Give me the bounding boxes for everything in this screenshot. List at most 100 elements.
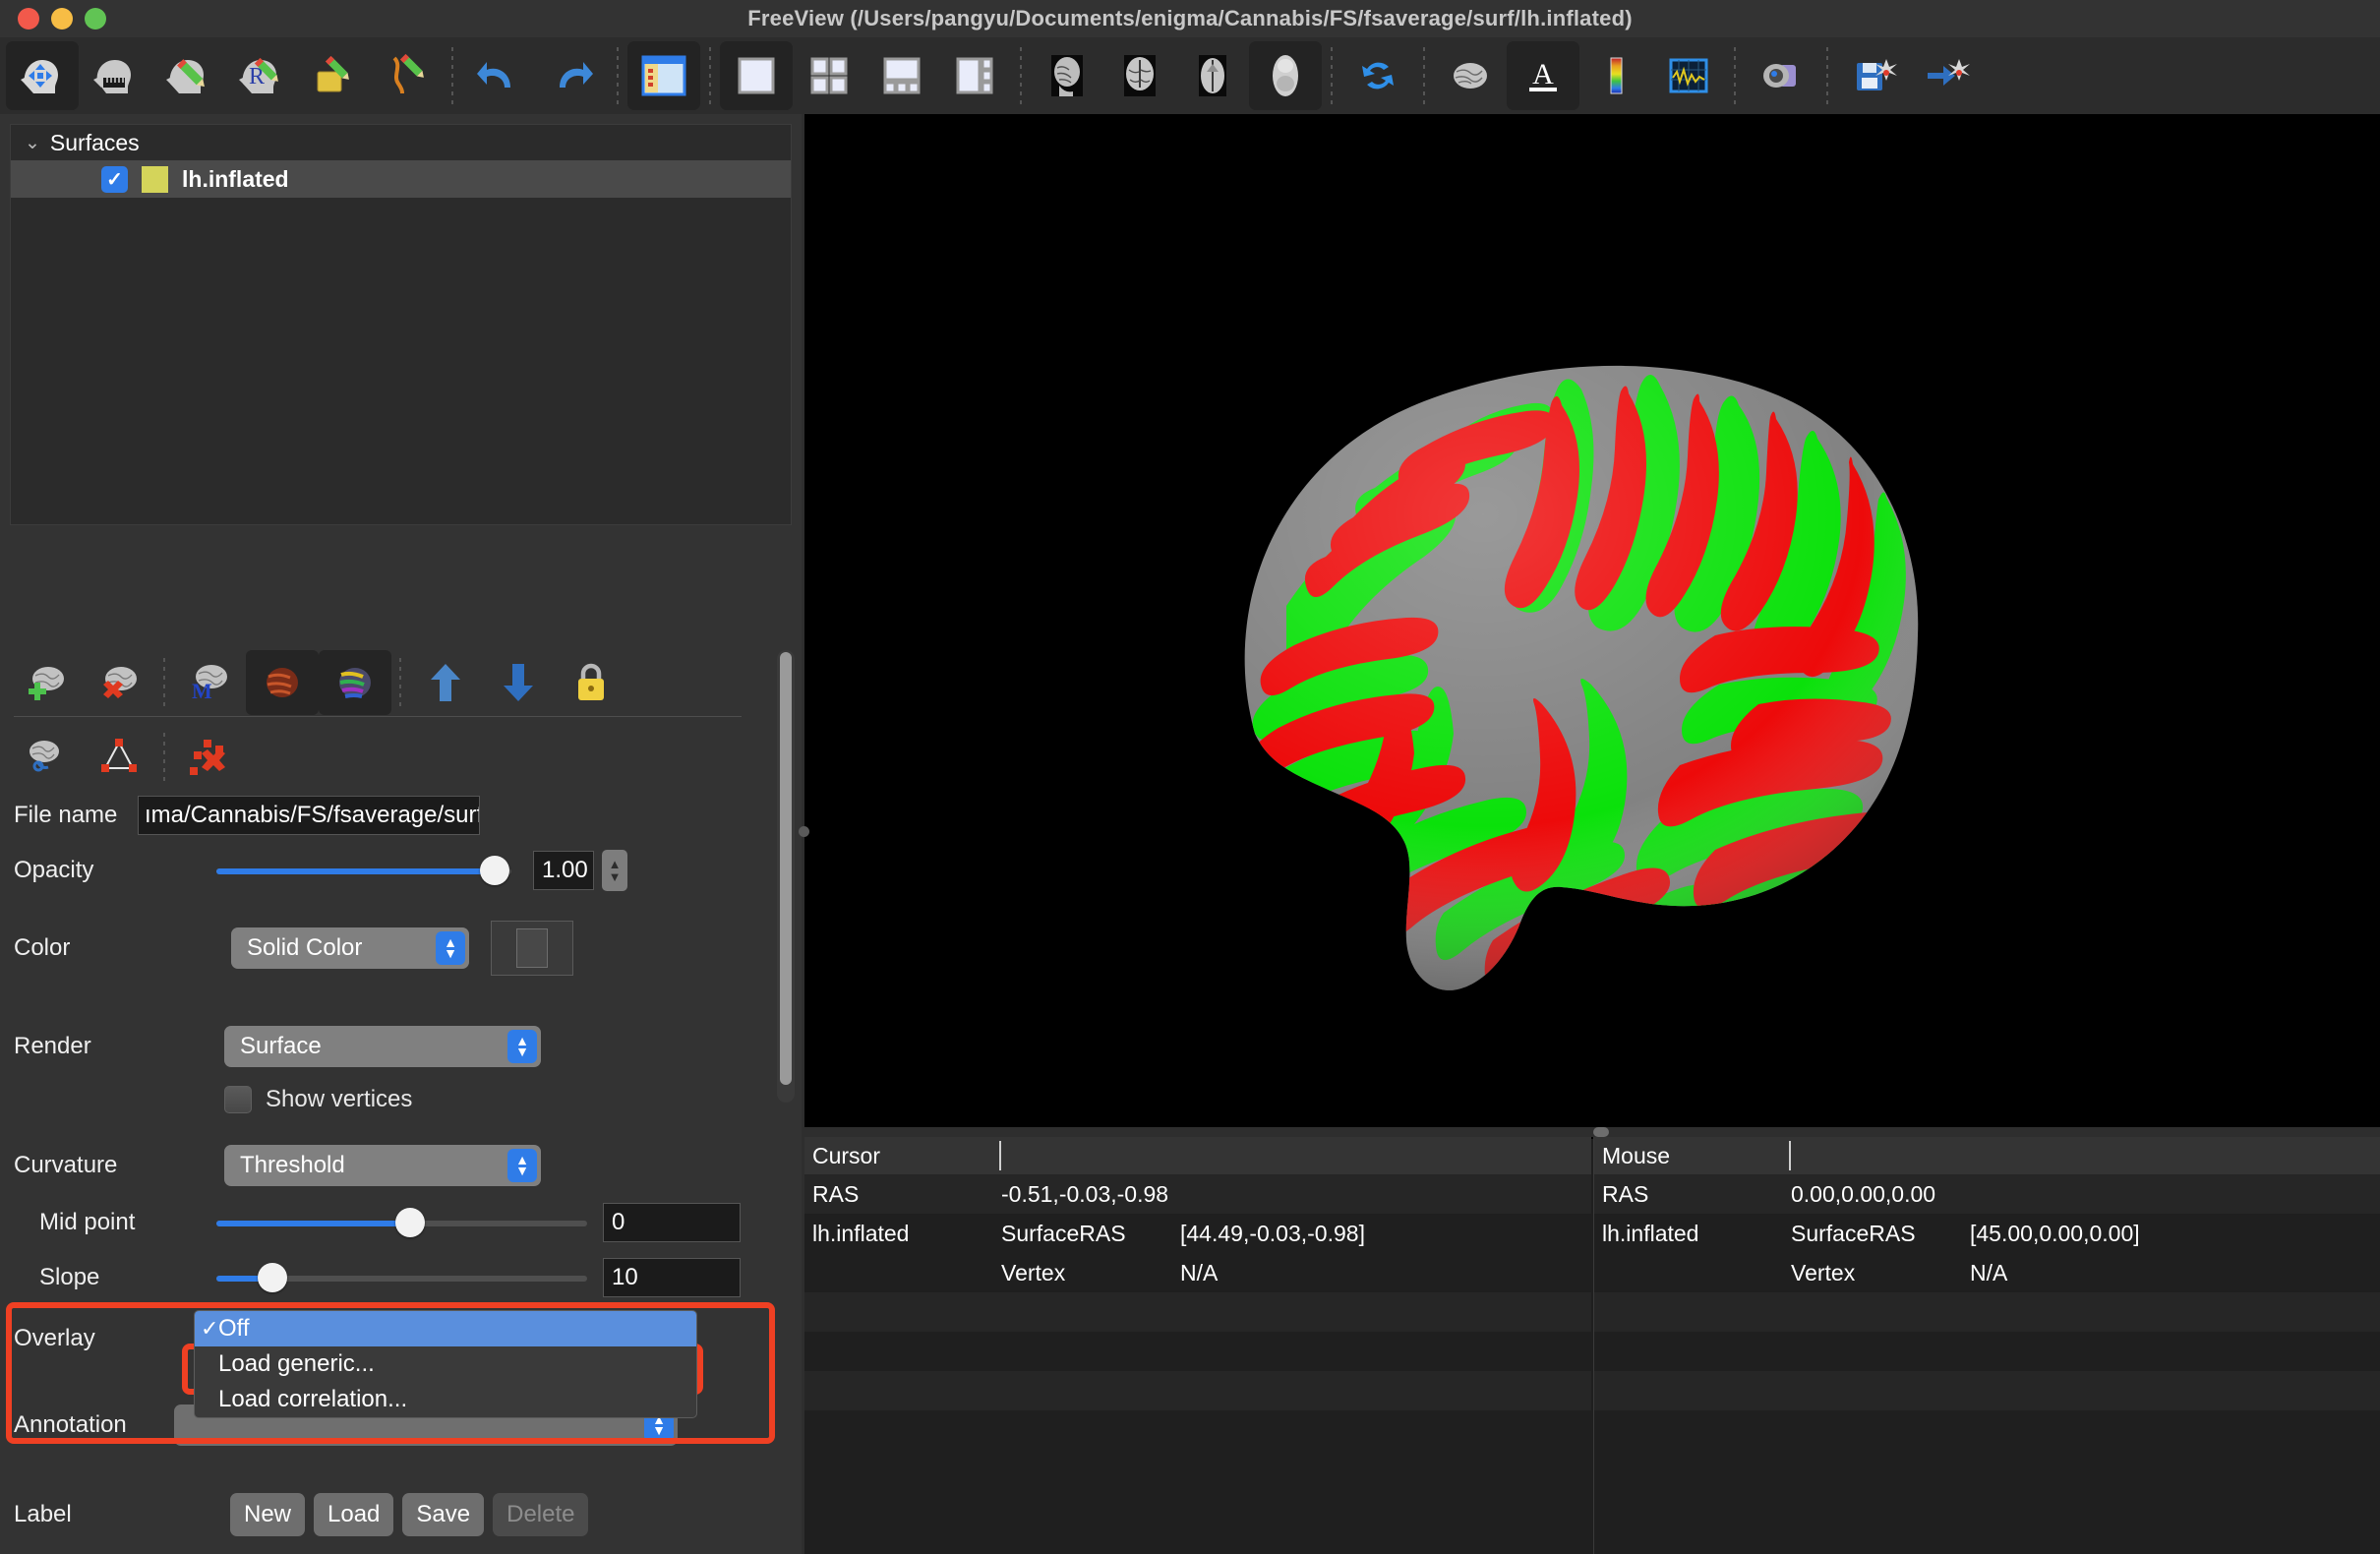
file-name-input[interactable]: ıma/Cannabis/FS/fsaverage/surf/lh.inflat… bbox=[138, 796, 480, 835]
show-labels-icon[interactable]: A bbox=[1507, 41, 1579, 110]
splitter-grip[interactable] bbox=[1593, 1127, 1609, 1137]
mouse-info-column: Mouse RAS 0.00,0.00,0.00 lh.inflated Sur… bbox=[1593, 1137, 2380, 1554]
layout-1and3-h-icon[interactable] bbox=[938, 41, 1011, 110]
undo-icon[interactable] bbox=[462, 41, 535, 110]
time-course-icon[interactable] bbox=[1652, 41, 1725, 110]
table-row-empty bbox=[804, 1410, 1591, 1450]
layer-color-swatch[interactable] bbox=[142, 165, 168, 193]
layout-1and3-icon[interactable] bbox=[865, 41, 938, 110]
layer-list[interactable]: ⌄ Surfaces ✓ lh.inflated bbox=[10, 124, 792, 525]
unload-surface-icon[interactable] bbox=[83, 650, 155, 715]
recon-edit-icon[interactable]: R bbox=[224, 41, 297, 110]
reset-view-icon[interactable] bbox=[1341, 41, 1414, 110]
view-axial-icon[interactable] bbox=[1176, 41, 1249, 110]
show-surfaces-icon[interactable] bbox=[1434, 41, 1507, 110]
toolbar-separator bbox=[1331, 47, 1333, 104]
label-delete-button[interactable]: Delete bbox=[493, 1493, 589, 1536]
table-row-empty bbox=[1594, 1371, 2380, 1410]
layer-item-lh-inflated[interactable]: ✓ lh.inflated bbox=[11, 160, 791, 198]
delete-path-icon[interactable] bbox=[173, 725, 246, 790]
layer-item-label: lh.inflated bbox=[182, 165, 289, 192]
mid-point-value[interactable]: 0 bbox=[603, 1203, 741, 1242]
color-label: Color bbox=[14, 934, 71, 961]
layout-1x1-icon[interactable] bbox=[720, 41, 793, 110]
panel-splitter-grip[interactable] bbox=[799, 826, 809, 837]
curvature-method-select[interactable]: Threshold ▲ ▼ bbox=[224, 1145, 541, 1186]
annotation-label: Annotation bbox=[14, 1411, 127, 1438]
table-row[interactable]: Vertex N/A bbox=[1594, 1253, 2380, 1292]
slope-value[interactable]: 10 bbox=[603, 1258, 741, 1297]
screenshot-icon[interactable] bbox=[1745, 41, 1817, 110]
chevron-updown-icon: ▲▼ bbox=[507, 1149, 537, 1182]
overlay-label: Overlay bbox=[14, 1325, 95, 1351]
view-coronal-icon[interactable] bbox=[1103, 41, 1176, 110]
table-row[interactable]: RAS -0.51,-0.03,-0.98 bbox=[804, 1174, 1591, 1214]
table-row[interactable]: lh.inflated SurfaceRAS [44.49,-0.03,-0.9… bbox=[804, 1214, 1591, 1253]
show-colorscale-icon[interactable] bbox=[1579, 41, 1652, 110]
layer-visibility-checkbox[interactable]: ✓ bbox=[101, 165, 128, 193]
toolbar-separator bbox=[399, 658, 401, 707]
mouse-info-header: Mouse bbox=[1594, 1137, 2380, 1174]
roi-edit-icon[interactable] bbox=[297, 41, 370, 110]
table-row[interactable]: RAS 0.00,0.00,0.00 bbox=[1594, 1174, 2380, 1214]
label-save-button[interactable]: Save bbox=[402, 1493, 485, 1536]
overlay-menu-item-load-generic[interactable]: Load generic... bbox=[195, 1346, 696, 1382]
navigate-icon[interactable] bbox=[6, 41, 79, 110]
svg-text:A: A bbox=[1532, 58, 1554, 90]
point-set-edit-icon[interactable] bbox=[370, 41, 443, 110]
cursor-vertex-label: Vertex bbox=[1001, 1259, 1066, 1285]
chevron-down-icon[interactable]: ⌄ bbox=[25, 134, 40, 152]
label-row: Label New Load Save Delete bbox=[0, 1491, 802, 1538]
view-3d-icon[interactable] bbox=[1249, 41, 1322, 110]
save-point-set-icon[interactable] bbox=[1837, 41, 1910, 110]
layer-group-label: Surfaces bbox=[49, 129, 140, 155]
render-mode-value: Surface bbox=[240, 1033, 322, 1059]
toolbar-separator bbox=[617, 47, 619, 104]
show-main-surface-icon[interactable]: M bbox=[173, 650, 246, 715]
move-layer-up-icon[interactable] bbox=[409, 650, 482, 715]
color-mode-select[interactable]: Solid Color ▲ ▼ bbox=[231, 927, 469, 969]
chevron-updown-icon: ▲▼ bbox=[507, 1030, 537, 1063]
show-vertices-label: Show vertices bbox=[266, 1086, 413, 1112]
surface-path-icon[interactable] bbox=[10, 725, 83, 790]
make-path-icon[interactable] bbox=[83, 725, 155, 790]
render-mode-select[interactable]: Surface ▲ ▼ bbox=[224, 1026, 541, 1067]
show-inflated-icon[interactable] bbox=[246, 650, 319, 715]
overlay-menu-item-load-correlation[interactable]: Load correlation... bbox=[195, 1382, 696, 1417]
mid-point-slider[interactable] bbox=[216, 1202, 587, 1243]
table-row-empty bbox=[1594, 1332, 2380, 1371]
label-new-button[interactable]: New bbox=[230, 1493, 306, 1536]
layout-2x2-icon[interactable] bbox=[793, 41, 865, 110]
opacity-slider[interactable] bbox=[216, 850, 511, 891]
slope-slider[interactable] bbox=[216, 1257, 587, 1298]
show-control-panel-icon[interactable] bbox=[627, 41, 700, 110]
cursor-ras-label: RAS bbox=[812, 1180, 860, 1207]
show-annotation-surface-icon[interactable] bbox=[319, 650, 391, 715]
voxel-edit-icon[interactable] bbox=[151, 41, 224, 110]
render-view-3d[interactable] bbox=[804, 114, 2380, 1127]
measure-icon[interactable] bbox=[79, 41, 151, 110]
table-row[interactable]: Vertex N/A bbox=[804, 1253, 1591, 1292]
solid-color-swatch-button[interactable] bbox=[491, 921, 573, 976]
overlay-dropdown-menu[interactable]: ✓ Off Load generic... Load correlation..… bbox=[194, 1310, 697, 1418]
view-sagittal-icon[interactable] bbox=[1031, 41, 1103, 110]
label-label: Label bbox=[14, 1501, 72, 1527]
opacity-value[interactable]: 1.00 bbox=[533, 851, 594, 890]
file-name-row: File name ıma/Cannabis/FS/fsaverage/surf… bbox=[0, 793, 802, 838]
overlay-menu-item-off[interactable]: ✓ Off bbox=[195, 1311, 696, 1346]
redo-icon[interactable] bbox=[535, 41, 608, 110]
layer-group-surfaces[interactable]: ⌄ Surfaces bbox=[11, 125, 791, 160]
show-vertices-checkbox[interactable] bbox=[224, 1086, 252, 1113]
table-row-empty bbox=[804, 1332, 1591, 1371]
mouse-surfaceras-value: [45.00,0.00,0.00] bbox=[1970, 1220, 2140, 1246]
mid-point-row: Mid point 0 bbox=[0, 1200, 802, 1245]
load-surface-icon[interactable] bbox=[10, 650, 83, 715]
move-layer-down-icon[interactable] bbox=[482, 650, 555, 715]
brain-surface-render[interactable] bbox=[1129, 311, 2014, 1039]
label-load-button[interactable]: Load bbox=[314, 1493, 394, 1536]
opacity-stepper[interactable]: ▲ ▼ bbox=[602, 850, 627, 891]
curvature-method-value: Threshold bbox=[240, 1152, 345, 1178]
table-row[interactable]: lh.inflated SurfaceRAS [45.00,0.00,0.00] bbox=[1594, 1214, 2380, 1253]
lock-layer-icon[interactable] bbox=[555, 650, 627, 715]
go-to-point-icon[interactable] bbox=[1910, 41, 1983, 110]
